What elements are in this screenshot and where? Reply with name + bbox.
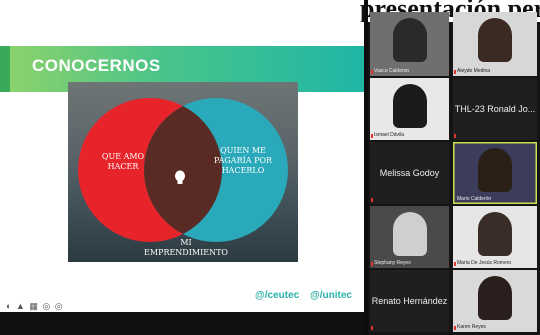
mic-muted-icon (454, 262, 456, 266)
ceutec-logo: @/ceutec (255, 290, 300, 301)
mic-muted-icon (371, 262, 373, 266)
participant-name: Aleydo Medina (457, 68, 491, 74)
slide-heading: CONOCERNOS (32, 56, 161, 75)
participant-tile[interactable]: Vasco Calderon (370, 12, 449, 76)
venn-left-label: QUE AMO HACER (101, 152, 145, 171)
slide-controls[interactable]: ◐ ▲ ▦ ◎ ◎ (6, 301, 64, 312)
participant-video (478, 276, 512, 320)
participant-name: Mario Calderón (457, 196, 492, 202)
participant-video (392, 18, 427, 62)
participant-video (392, 84, 427, 128)
mic-muted-icon (371, 70, 373, 74)
header-corner-accent (0, 46, 10, 92)
participant-tile[interactable]: Karen Reyes (453, 270, 537, 332)
participant-video (478, 148, 512, 192)
mic-muted-icon (371, 134, 373, 138)
panel-divider (364, 0, 368, 335)
participant-name: Karen Reyes (457, 324, 486, 330)
mic-muted-icon (371, 326, 373, 330)
partner-logos: @/ceutec @/unitec (255, 290, 360, 301)
participant-tile[interactable]: Renato Hernández (370, 270, 449, 332)
participant-name: Melissa Godoy (379, 168, 440, 179)
participant-tile-active-speaker[interactable]: Mario Calderón (453, 142, 537, 204)
mic-muted-icon (454, 326, 456, 330)
participant-tile[interactable]: Stephany Reyes (370, 206, 449, 268)
bottom-toolbar (0, 312, 364, 335)
participant-tile[interactable]: THL-23 Ronald Jo... (453, 78, 537, 140)
participant-tile[interactable]: Aleydo Medina (453, 12, 537, 76)
participant-name: Renato Hernández (371, 296, 448, 307)
participant-video (478, 212, 512, 256)
participant-name: Vasco Calderon (374, 68, 410, 74)
lightbulb-icon (175, 170, 185, 184)
participant-name: THL-23 Ronald Jo... (454, 104, 536, 115)
participant-tile[interactable]: Ismael Dávila (370, 78, 449, 140)
participant-name: Stephany Reyes (374, 260, 411, 266)
participant-video (478, 18, 512, 62)
participant-name: Ismael Dávila (374, 132, 405, 138)
participant-tile[interactable]: Melissa Godoy (370, 142, 449, 204)
venn-right-label: QUIEN ME PAGARÍA POR HACERLO (213, 146, 273, 175)
participant-video (392, 212, 427, 256)
unitec-logo: @/unitec (310, 290, 352, 301)
mic-muted-icon (454, 134, 456, 138)
participant-name: María De Jesús Romero (457, 260, 512, 266)
mic-muted-icon (454, 70, 456, 74)
participant-tile[interactable]: María De Jesús Romero (453, 206, 537, 268)
venn-center-label: MI EMPRENDIMIENTO (144, 238, 228, 257)
mic-muted-icon (371, 198, 373, 202)
